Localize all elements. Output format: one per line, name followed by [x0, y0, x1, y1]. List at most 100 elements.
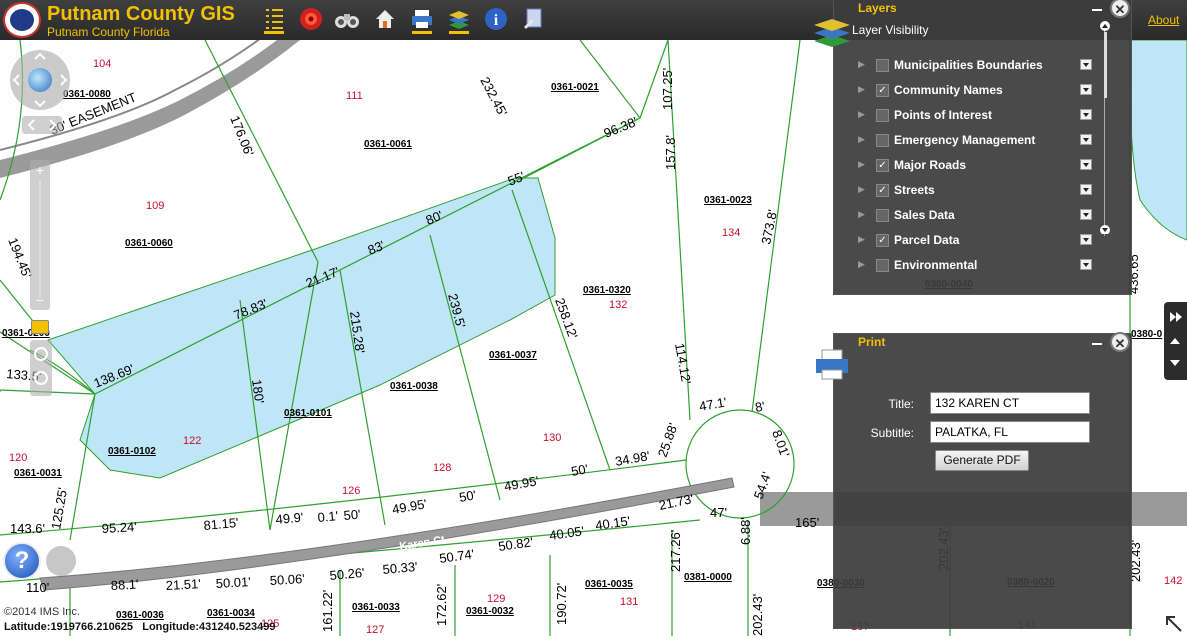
prev-next-extent-control[interactable]	[22, 116, 62, 134]
expand-arrow-icon	[1166, 616, 1182, 632]
lot-number-label: 130	[543, 432, 561, 444]
expand-triangle-icon[interactable]: ▶	[858, 159, 865, 170]
home-tool-button[interactable]	[372, 5, 398, 33]
expand-triangle-icon[interactable]: ▶	[858, 109, 865, 120]
expand-triangle-icon[interactable]: ▶	[858, 234, 865, 245]
layer-checkbox[interactable]: ✓	[876, 234, 889, 247]
parcel-id-label: 0361-0102	[108, 446, 156, 457]
layer-checkbox[interactable]: ✓	[876, 84, 889, 97]
layer-row[interactable]: ▶ ✓ Community Names	[834, 81, 1104, 101]
layer-checkbox[interactable]	[876, 209, 889, 222]
county-seal-logo	[3, 2, 41, 38]
longitude-label: Longitude:	[142, 621, 200, 633]
layer-options-dropdown[interactable]	[1080, 209, 1092, 220]
layer-row[interactable]: ▶ Environmental	[834, 256, 1104, 276]
layer-options-dropdown[interactable]	[1080, 134, 1092, 145]
zoom-slider[interactable]: + −	[30, 160, 50, 334]
layer-checkbox[interactable]	[876, 59, 889, 72]
identify-tool-button[interactable]	[298, 5, 324, 33]
layer-row[interactable]: ▶ Sales Data	[834, 206, 1104, 226]
overview-map-button[interactable]	[46, 546, 76, 576]
longitude-value: 431240.523499	[199, 621, 276, 633]
expand-triangle-icon[interactable]: ▶	[858, 59, 865, 70]
info-tool-button[interactable]: i	[483, 5, 509, 33]
layer-options-dropdown[interactable]	[1080, 259, 1092, 270]
legend-tool-button[interactable]	[261, 5, 287, 34]
expand-triangle-icon[interactable]: ▶	[858, 134, 865, 145]
expand-triangle-icon[interactable]: ▶	[858, 209, 865, 220]
print-panel-title: Print	[858, 335, 886, 349]
parcel-id-label: 0380-0	[1131, 329, 1163, 340]
layer-row[interactable]: ▶ ✓ Major Roads	[834, 156, 1104, 176]
print-subtitle-input[interactable]: PALATKA, FL	[930, 421, 1090, 443]
dimension-label: 25.88'	[655, 421, 681, 459]
layer-options-dropdown[interactable]	[1080, 84, 1092, 95]
layer-checkbox[interactable]	[876, 109, 889, 122]
close-layers-button[interactable]: ✕	[1110, 0, 1130, 18]
layer-options-dropdown[interactable]	[1080, 184, 1092, 195]
help-button[interactable]: ?	[3, 542, 41, 580]
layer-row[interactable]: ▶ Emergency Management	[834, 131, 1104, 151]
layers-tool-button[interactable]	[446, 5, 472, 34]
zoom-tools-control[interactable]	[30, 340, 52, 396]
dimension-label: 125.25'	[48, 486, 70, 530]
layer-options-dropdown[interactable]	[1080, 59, 1092, 70]
pan-control[interactable]	[10, 50, 70, 110]
parcel-id-label: 0361-0080	[63, 89, 111, 100]
layers-scrollbar[interactable]	[1100, 21, 1113, 236]
layer-name: Points of Interest	[894, 108, 993, 122]
generate-pdf-button[interactable]: Generate PDF	[935, 450, 1029, 471]
lot-number-label: 120	[9, 452, 27, 464]
close-print-button[interactable]: ✕	[1110, 332, 1130, 352]
zoom-in-icon[interactable]: +	[34, 163, 46, 177]
layer-row[interactable]: ▶ Municipalities Boundaries	[834, 56, 1104, 76]
target-icon	[300, 8, 322, 30]
lot-number-label: 127	[366, 624, 384, 636]
layer-name: Community Names	[894, 83, 1003, 97]
dimension-label: 143.6'	[10, 521, 45, 536]
about-link[interactable]: About	[1148, 13, 1179, 27]
dimension-label: 8'	[754, 398, 766, 414]
layer-checkbox[interactable]: ✓	[876, 159, 889, 172]
search-tool-button[interactable]	[334, 5, 360, 33]
layer-checkbox[interactable]: ✓	[876, 184, 889, 197]
measure-tool-button[interactable]	[520, 5, 546, 33]
layer-checkbox[interactable]	[876, 134, 889, 147]
layer-name: Parcel Data	[894, 233, 960, 247]
print-tool-button[interactable]	[409, 5, 435, 34]
minimize-icon[interactable]	[1092, 2, 1104, 14]
layer-checkbox[interactable]	[876, 259, 889, 272]
dimension-label: 107.25'	[660, 68, 675, 110]
dimension-label: 34.98'	[614, 448, 651, 469]
printer-panel-icon	[816, 349, 848, 380]
parcel-id-label: 0361-0032	[466, 606, 514, 617]
side-nav-control[interactable]	[1164, 302, 1187, 380]
pan-arrows-icon	[12, 52, 68, 108]
expand-map-button[interactable]	[1163, 613, 1185, 635]
expand-triangle-icon[interactable]: ▶	[858, 259, 865, 270]
layer-row[interactable]: ▶ Points of Interest	[834, 106, 1104, 126]
dimension-label: 47.1'	[698, 394, 728, 414]
dimension-label: 40.05'	[548, 523, 585, 543]
layer-name: Environmental	[894, 258, 978, 272]
zoom-out-icon[interactable]: −	[34, 293, 46, 307]
expand-triangle-icon[interactable]: ▶	[858, 84, 865, 95]
lot-number-label: 128	[433, 462, 451, 474]
dimension-label: 172.62'	[434, 584, 449, 626]
lot-number-label: 134	[722, 227, 740, 239]
parcel-id-label: 0361-0023	[704, 195, 752, 206]
layer-name: Sales Data	[894, 208, 955, 222]
layer-options-dropdown[interactable]	[1080, 159, 1092, 170]
layer-options-dropdown[interactable]	[1080, 234, 1092, 245]
expand-triangle-icon[interactable]: ▶	[858, 184, 865, 195]
layer-row[interactable]: ▶ ✓ Parcel Data	[834, 231, 1104, 251]
dimension-label: 96.38'	[602, 114, 640, 141]
dimension-label: 114.12'	[672, 342, 694, 385]
layer-row[interactable]: ▶ ✓ Streets	[834, 181, 1104, 201]
dimension-label: 190.72'	[554, 583, 569, 625]
print-title-input[interactable]: 132 KAREN CT	[930, 392, 1090, 414]
zoom-slider-handle[interactable]	[31, 320, 49, 334]
minimize-icon[interactable]	[1092, 336, 1104, 348]
layer-options-dropdown[interactable]	[1080, 109, 1092, 120]
dimension-label: 50.33'	[382, 559, 418, 577]
